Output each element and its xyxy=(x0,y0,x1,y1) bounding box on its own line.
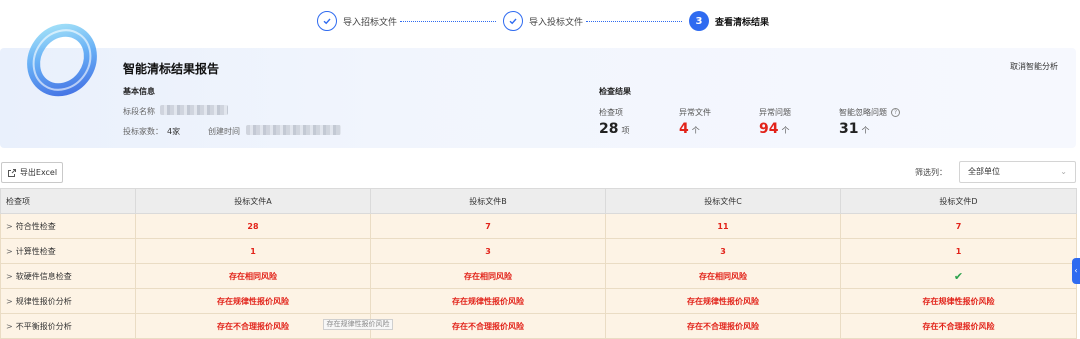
column-header: 投标文件B xyxy=(370,188,606,214)
report-title: 智能清标结果报告 xyxy=(123,62,220,76)
table-row[interactable]: > 符合性检查 28 7 11 7 xyxy=(0,213,1077,239)
help-icon[interactable]: ? xyxy=(891,108,900,117)
chevron-right-icon: > xyxy=(6,246,13,256)
metric-label-ignored: 智能忽略问题? xyxy=(839,107,900,118)
metric-label: 异常文件 xyxy=(679,108,711,117)
table-cell[interactable]: 3 xyxy=(370,238,606,264)
section-name-label: 标段名称 xyxy=(123,107,155,116)
table-row[interactable]: > 软硬件信息检查 存在相同风险 存在相同风险 存在相同风险 ✔ xyxy=(0,263,1077,289)
step-label: 导入投标文件 xyxy=(529,17,584,28)
results-table: 检查项 投标文件A 投标文件B 投标文件C 投标文件D > 符合性检查 28 7 … xyxy=(0,188,1077,339)
metric-ignored-issues: 31 个 xyxy=(839,121,870,137)
export-excel-button[interactable]: 导出Excel xyxy=(1,162,63,183)
row-expander[interactable]: > 符合性检查 xyxy=(0,213,136,239)
table-header-row: 检查项 投标文件A 投标文件B 投标文件C 投标文件D xyxy=(0,188,1077,214)
metric-abnormal-files: 4个 xyxy=(679,121,700,137)
column-header: 检查项 xyxy=(0,188,136,214)
step-connector xyxy=(586,21,682,22)
step-label: 查看清标结果 xyxy=(715,17,770,28)
table-cell[interactable]: 存在规律性报价风险 xyxy=(840,288,1077,314)
check-icon: ✔ xyxy=(840,263,1077,289)
bidder-count-label: 投标家数： xyxy=(123,127,163,136)
check-icon xyxy=(317,11,337,31)
created-time-redacted xyxy=(246,125,341,135)
check-icon xyxy=(503,11,523,31)
chevron-down-icon: ⌄ xyxy=(1060,167,1067,176)
chevron-right-icon: > xyxy=(6,221,13,231)
cancel-ai-analysis-link[interactable]: 取消智能分析 xyxy=(1010,61,1058,72)
table-cell[interactable]: 7 xyxy=(840,213,1077,239)
report-ring-illustration xyxy=(27,23,97,97)
chevron-left-icon: ‹ xyxy=(1074,266,1078,275)
bidder-count-value: 4家 xyxy=(167,127,181,136)
table-cell[interactable]: 3 xyxy=(605,238,841,264)
table-cell[interactable]: 存在不合理报价风险 xyxy=(840,313,1077,339)
table-cell[interactable]: 28 xyxy=(135,213,371,239)
table-cell[interactable]: 存在相同风险 xyxy=(135,263,371,289)
table-cell[interactable]: 1 xyxy=(840,238,1077,264)
row-expander[interactable]: > 计算性检查 xyxy=(0,238,136,264)
column-header: 投标文件D xyxy=(840,188,1077,214)
progress-stepper: 导入招标文件 导入投标文件 3 查看清标结果 xyxy=(0,0,1080,42)
step-label: 导入招标文件 xyxy=(343,17,398,28)
filter-label: 筛选列： xyxy=(915,168,947,177)
created-time-label: 创建时间 xyxy=(208,127,240,136)
table-cell[interactable]: 存在相同风险 xyxy=(370,263,606,289)
export-icon xyxy=(7,168,16,177)
step-import-tender[interactable]: 导入招标文件 xyxy=(317,10,397,32)
column-header: 投标文件A xyxy=(135,188,371,214)
row-expander[interactable]: > 规律性报价分析 xyxy=(0,288,136,314)
metric-label: 异常问题 xyxy=(759,108,791,117)
metric-label: 检查项 xyxy=(599,108,623,117)
step-number: 3 xyxy=(689,11,709,31)
table-cell[interactable]: 存在相同风险 xyxy=(605,263,841,289)
table-cell[interactable]: 7 xyxy=(370,213,606,239)
results-title: 检查结果 xyxy=(599,87,631,96)
row-expander[interactable]: > 不平衡报价分析 xyxy=(0,313,136,339)
chevron-right-icon: > xyxy=(6,321,13,331)
table-cell[interactable]: 存在不合理报价风险 xyxy=(370,313,606,339)
chevron-right-icon: > xyxy=(6,296,13,306)
metric-check-items: 28 项 xyxy=(599,121,630,137)
table-row[interactable]: > 规律性报价分析 存在规律性报价风险 存在规律性报价风险 存在规律性报价风险 存… xyxy=(0,288,1077,314)
table-cell[interactable]: 1 xyxy=(135,238,371,264)
table-cell[interactable]: 存在规律性报价风险 xyxy=(370,288,606,314)
step-connector xyxy=(400,21,496,22)
step-view-results[interactable]: 3 查看清标结果 xyxy=(689,10,769,32)
table-row[interactable]: > 不平衡报价分析 存在不合理报价风险 存在不合理报价风险 存在不合理报价风险 存… xyxy=(0,313,1077,339)
basic-info-title: 基本信息 xyxy=(123,87,155,96)
table-cell[interactable]: 存在规律性报价风险 xyxy=(605,288,841,314)
section-name-redacted xyxy=(160,105,228,115)
cell-tooltip: 存在规律性报价风险 xyxy=(323,319,393,330)
row-expander[interactable]: > 软硬件信息检查 xyxy=(0,263,136,289)
column-header: 投标文件C xyxy=(605,188,841,214)
table-row[interactable]: > 计算性检查 1 3 3 1 xyxy=(0,238,1077,264)
chevron-right-icon: > xyxy=(6,271,13,281)
table-cell[interactable]: 11 xyxy=(605,213,841,239)
step-import-bid[interactable]: 导入投标文件 xyxy=(503,10,583,32)
table-cell[interactable]: 存在不合理报价风险 xyxy=(605,313,841,339)
metric-abnormal-issues: 94 个 xyxy=(759,121,790,137)
filter-select[interactable]: 全部单位 ⌄ xyxy=(959,161,1076,183)
collapse-panel-handle[interactable]: ‹ xyxy=(1072,258,1080,284)
table-cell[interactable]: 存在规律性报价风险 xyxy=(135,288,371,314)
